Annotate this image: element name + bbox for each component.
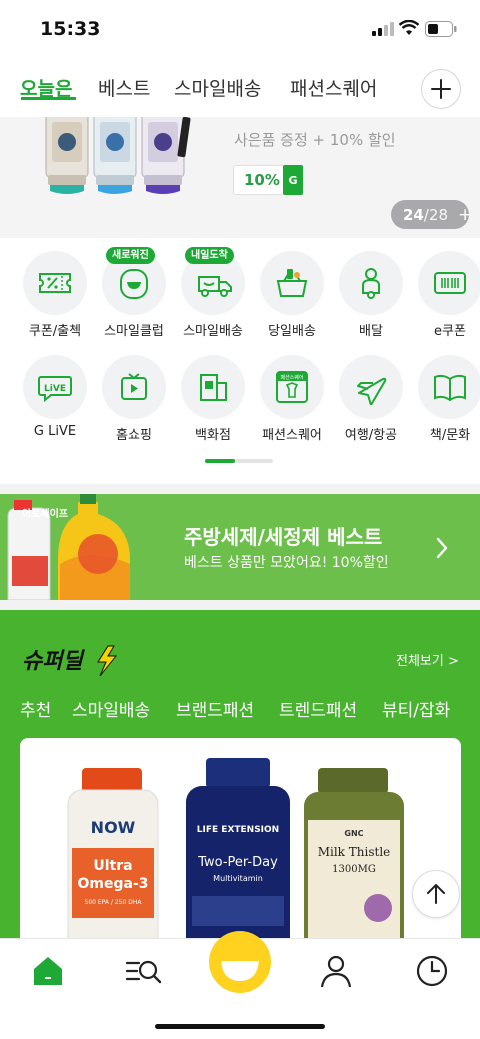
tab-best[interactable]: 베스트	[98, 74, 150, 101]
banner-expand-plus: +	[458, 204, 473, 225]
active-tab-indicator	[21, 97, 76, 100]
category-label: 책/문화	[429, 428, 471, 443]
category-grid: 쿠폰/출첵 새로워진 스마일클럽 내일도착 스마일배송 당일배송 배달 e쿠폰 …	[0, 245, 480, 483]
svg-text:패션스퀘어: 패션스퀘어	[280, 374, 303, 381]
home-icon	[34, 957, 62, 985]
nav-recent[interactable]	[408, 951, 456, 991]
chevron-right-icon	[436, 537, 448, 559]
deal-product-card[interactable]: NOW Ultra Omega-3 500 EPA / 250 DHA LIFE…	[20, 738, 461, 940]
nav-my-page[interactable]	[312, 951, 360, 991]
gmarket-badge: G	[283, 165, 303, 195]
airplane-icon	[357, 377, 387, 405]
svg-text:NOW: NOW	[91, 818, 136, 837]
delivery-truck-icon	[198, 276, 232, 297]
book-icon	[434, 374, 466, 402]
deal-tab-beauty[interactable]: 뷰티/잡화	[382, 696, 450, 721]
svg-text:GNC: GNC	[344, 829, 363, 838]
deal-tab-brand-fashion[interactable]: 브랜드패션	[176, 696, 254, 721]
tab-fashion-square[interactable]: 패션스퀘어	[290, 74, 377, 101]
home-indicator	[155, 1024, 325, 1029]
promo-banner[interactable]: 사은품 증정 + 10% 할인 10% G 24 /28 +	[0, 117, 480, 238]
arrow-up-icon	[427, 884, 445, 904]
see-all-link[interactable]: 전체보기 >	[396, 650, 459, 669]
live-bubble-icon: LiVE	[38, 376, 72, 403]
new-badge: 새로워진	[106, 247, 155, 264]
nav-smile-center[interactable]	[209, 931, 271, 993]
category-page-indicator	[205, 459, 273, 463]
toothpaste-product-image	[45, 117, 191, 194]
category-search-icon	[125, 960, 162, 984]
scroll-to-top-button[interactable]	[412, 870, 460, 918]
my-page-icon	[320, 955, 352, 988]
smile-club-icon	[120, 269, 148, 299]
deal-tab-smile-delivery[interactable]: 스마일배송	[72, 696, 150, 721]
nav-home[interactable]	[24, 951, 72, 991]
svg-text:1300MG: 1300MG	[332, 864, 376, 875]
category-label: e쿠폰	[434, 324, 466, 339]
svg-text:슈퍼딜: 슈퍼딜	[22, 649, 85, 674]
barcode-icon	[434, 272, 466, 294]
recent-history-icon	[416, 955, 448, 987]
ad-brand: 아토세이프	[22, 509, 68, 520]
promo-text: 사은품 증정 + 10% 할인	[234, 131, 396, 149]
status-time: 15:33	[40, 18, 101, 40]
svg-text:Omega-3: Omega-3	[77, 876, 148, 892]
svg-text:Two-Per-Day: Two-Per-Day	[197, 855, 278, 870]
nav-category[interactable]	[119, 951, 167, 991]
signal-icon	[372, 22, 394, 36]
fashion-square-icon: 패션스퀘어	[276, 371, 308, 403]
svg-text:Ultra: Ultra	[93, 858, 132, 874]
svg-text:LiVE: LiVE	[44, 384, 66, 394]
basket-icon	[276, 269, 308, 297]
tab-smile-delivery[interactable]: 스마일배송	[174, 74, 261, 101]
ad-title: 주방세제/세정제 베스트	[184, 525, 383, 549]
banner-current-page: 24	[403, 205, 424, 224]
tv-play-icon	[121, 373, 147, 400]
plus-icon	[431, 79, 451, 99]
banner-page-counter[interactable]: 24 /28 +	[391, 200, 473, 229]
coupon-icon	[39, 273, 71, 293]
super-deal-section: 슈퍼딜 전체보기 > 추천 스마일배송 브랜드패션 트렌드패션 뷰티/잡화 NO…	[0, 610, 480, 940]
banner-total-pages: /28	[423, 205, 449, 224]
battery-icon	[425, 21, 457, 37]
wifi-icon	[399, 20, 419, 35]
svg-text:500 EPA / 250 DHA: 500 EPA / 250 DHA	[85, 899, 143, 906]
super-deal-logo: 슈퍼딜	[22, 645, 118, 676]
add-tab-button[interactable]	[421, 69, 461, 109]
deal-tab-trend-fashion[interactable]: 트렌드패션	[279, 696, 357, 721]
svg-text:LIFE EXTENSION: LIFE EXTENSION	[197, 825, 279, 835]
ad-subtitle: 베스트 상품만 모았어요! 10%할인	[184, 555, 389, 571]
next-day-badge: 내일도착	[185, 247, 234, 264]
supplement-products-image: NOW Ultra Omega-3 500 EPA / 250 DHA LIFE…	[67, 758, 404, 940]
detergent-ad-banner[interactable]: 아토세이프 주방세제/세정제 베스트 베스트 상품만 모았어요! 10%할인	[0, 494, 480, 600]
status-bar: 15:33	[0, 0, 480, 60]
smile-center-icon	[221, 961, 259, 981]
deal-tab-recommend[interactable]: 추천	[20, 696, 51, 721]
svg-text:Milk Thistle: Milk Thistle	[318, 845, 391, 859]
svg-text:Multivitamin: Multivitamin	[213, 874, 263, 883]
top-tab-bar: 오늘은 베스트 스마일배송 패션스퀘어	[0, 62, 480, 114]
scooter-icon	[362, 268, 380, 299]
store-building-icon	[200, 374, 227, 401]
